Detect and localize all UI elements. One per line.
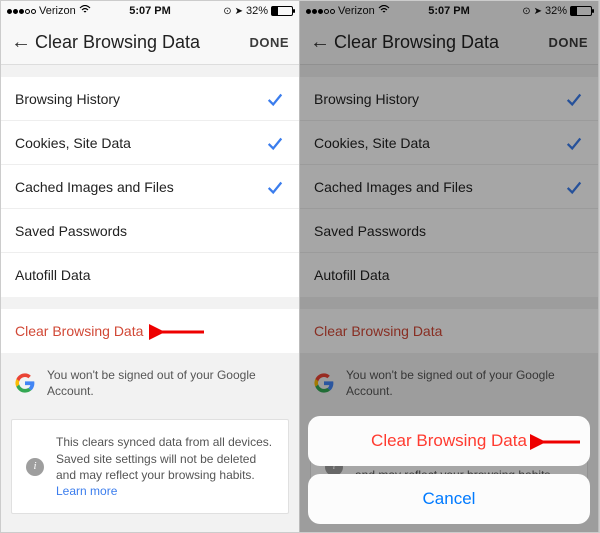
check-icon xyxy=(265,89,285,109)
row-label: Cached Images and Files xyxy=(15,179,174,195)
row-label: Saved Passwords xyxy=(15,223,127,239)
data-type-list: Browsing History Cookies, Site Data Cach… xyxy=(1,77,299,297)
action-sheet: Clear Browsing Data Cancel xyxy=(308,416,590,524)
row-label: Cookies, Site Data xyxy=(15,135,131,151)
annotation-arrow-icon xyxy=(149,319,209,345)
done-button[interactable]: DONE xyxy=(249,35,289,50)
note-text: You won't be signed out of your Google A… xyxy=(47,367,285,399)
screenshot-left: Verizon 5:07 PM ⊙ ➤ 32% ← Clear Browsing… xyxy=(1,1,300,532)
row-autofill[interactable]: Autofill Data xyxy=(1,253,299,297)
row-label: Browsing History xyxy=(15,91,120,107)
page-title: Clear Browsing Data xyxy=(35,32,249,53)
sheet-clear-button[interactable]: Clear Browsing Data xyxy=(308,416,590,466)
check-icon xyxy=(265,177,285,197)
clear-browsing-data-button[interactable]: Clear Browsing Data xyxy=(1,309,299,353)
google-logo-icon xyxy=(15,373,35,393)
sync-note: i This clears synced data from all devic… xyxy=(11,419,289,514)
status-bar: Verizon 5:07 PM ⊙ ➤ 32% xyxy=(1,1,299,21)
row-browsing-history[interactable]: Browsing History xyxy=(1,77,299,121)
back-button[interactable]: ← xyxy=(11,31,35,54)
row-cookies[interactable]: Cookies, Site Data xyxy=(1,121,299,165)
sheet-cancel-button[interactable]: Cancel xyxy=(308,474,590,524)
note-text: This clears synced data from all devices… xyxy=(56,434,274,499)
check-icon xyxy=(265,133,285,153)
info-icon: i xyxy=(26,458,44,476)
clock: 5:07 PM xyxy=(1,5,299,17)
nav-header: ← Clear Browsing Data DONE xyxy=(1,21,299,65)
learn-more-link[interactable]: Learn more xyxy=(56,484,117,498)
row-label: Autofill Data xyxy=(15,267,90,283)
screenshot-right: Verizon 5:07 PM ⊙ ➤ 32% ← Clear Browsing… xyxy=(300,1,599,532)
battery-icon xyxy=(271,6,293,16)
annotation-arrow-icon xyxy=(530,430,584,454)
google-account-note: You won't be signed out of your Google A… xyxy=(1,353,299,413)
row-cached[interactable]: Cached Images and Files xyxy=(1,165,299,209)
row-passwords[interactable]: Saved Passwords xyxy=(1,209,299,253)
